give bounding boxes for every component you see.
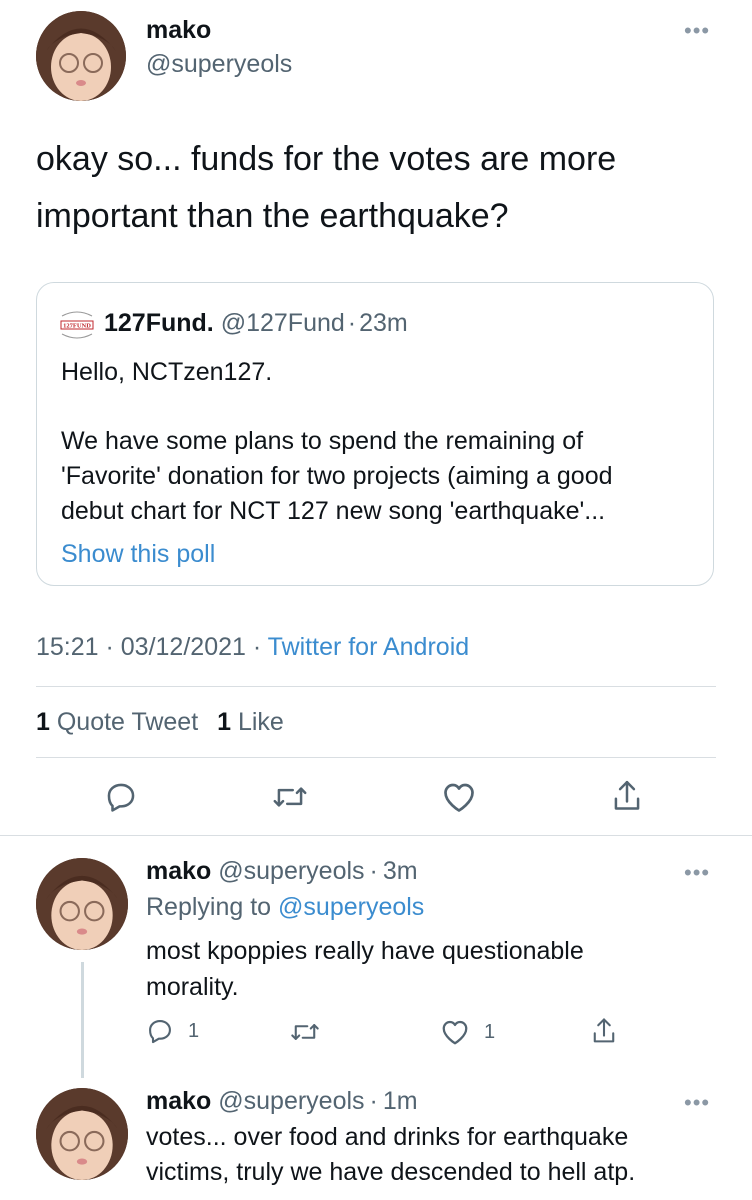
handle[interactable]: @superyeols — [146, 50, 292, 79]
reply-display-name[interactable]: mako — [146, 1087, 211, 1115]
section-divider — [0, 835, 752, 836]
engagement-stats: 1 Quote Tweet 1 Like — [36, 708, 284, 737]
tweet-text-line-1: okay so... funds for the votes are more — [36, 140, 617, 178]
reply-text-line-1: most kpoppies really have questionable — [146, 937, 584, 965]
avatar[interactable] — [36, 11, 126, 101]
quote-tweet-stat[interactable]: 1 Quote Tweet — [36, 708, 198, 736]
like-icon[interactable]: 1 — [440, 1018, 495, 1046]
reply-handle[interactable]: @superyeols — [218, 1087, 364, 1115]
retweet-icon[interactable] — [272, 780, 308, 814]
quoted-body-line-1: We have some plans to spend the remainin… — [61, 427, 584, 455]
quoted-separator: · — [347, 309, 357, 337]
timestamp[interactable]: 15:21 · 03/12/2021 · — [36, 633, 261, 661]
replying-to-link[interactable]: @superyeols — [278, 893, 424, 921]
like-count: 1 — [484, 1020, 496, 1043]
reply-text-line-1: votes... over food and drinks for earthq… — [146, 1123, 629, 1151]
quote-label: Quote Tweet — [56, 708, 199, 736]
quoted-body-line-2: 'Favorite' donation for two projects (ai… — [61, 462, 613, 490]
reply-time: 1m — [382, 1087, 418, 1115]
more-icon[interactable]: ••• — [684, 862, 710, 884]
reply-text-line-2: victims, truly we have descended to hell… — [146, 1158, 636, 1186]
source-link[interactable]: Twitter for Android — [268, 633, 469, 661]
quoted-time: 23m — [359, 309, 408, 337]
quoted-handle[interactable]: @127Fund — [221, 309, 345, 337]
share-icon[interactable] — [610, 778, 644, 814]
quoted-body-line-3: debut chart for NCT 127 new song 'earthq… — [61, 497, 606, 525]
like-icon[interactable] — [441, 780, 477, 814]
like-stat[interactable]: 1 Like — [217, 708, 284, 736]
avatar-photo — [36, 11, 126, 101]
reply-separator: · — [369, 857, 378, 885]
reply-icon[interactable] — [104, 780, 138, 814]
thread-line — [81, 962, 84, 1078]
reply-separator: · — [369, 1087, 378, 1115]
avatar[interactable] — [36, 858, 128, 950]
like-count: 1 — [217, 708, 232, 736]
reply-icon[interactable]: 1 — [146, 1017, 199, 1045]
quoted-account-name[interactable]: 127Fund. — [104, 309, 214, 337]
share-icon[interactable] — [590, 1016, 618, 1046]
reply-time: 3m — [382, 857, 418, 885]
127fund-logo-text: 127FUND — [63, 323, 91, 330]
divider — [36, 757, 716, 758]
quoted-greeting: Hello, NCTzen127. — [61, 358, 273, 386]
quote-count: 1 — [36, 708, 50, 736]
avatar[interactable] — [36, 1088, 128, 1180]
reply-header: mako @superyeols · 3m — [146, 857, 418, 886]
reply-text-line-2: morality. — [146, 973, 239, 1001]
avatar-photo — [36, 858, 128, 950]
reply-display-name[interactable]: mako — [146, 857, 211, 885]
divider — [36, 686, 716, 687]
replying-prefix: Replying to — [146, 893, 272, 921]
more-icon[interactable]: ••• — [684, 1092, 710, 1114]
reply-count: 1 — [188, 1019, 200, 1042]
quoted-tweet-header: 127Fund. @127Fund · 23m — [104, 309, 408, 338]
retweet-icon[interactable] — [290, 1018, 320, 1046]
more-icon[interactable]: ••• — [684, 20, 710, 42]
reply-handle[interactable]: @superyeols — [218, 857, 364, 885]
reply-header: mako @superyeols · 1m — [146, 1087, 418, 1116]
avatar-photo — [36, 1088, 128, 1180]
tweet-meta: 15:21 · 03/12/2021 · Twitter for Android — [36, 633, 469, 662]
127fund-logo: 127FUND — [58, 306, 96, 344]
replying-to: Replying to @superyeols — [146, 893, 424, 922]
like-label: Like — [237, 708, 284, 736]
tweet-text-line-2: important than the earthquake? — [36, 197, 509, 235]
display-name[interactable]: mako — [146, 16, 211, 45]
show-poll-link[interactable]: Show this poll — [61, 540, 215, 569]
